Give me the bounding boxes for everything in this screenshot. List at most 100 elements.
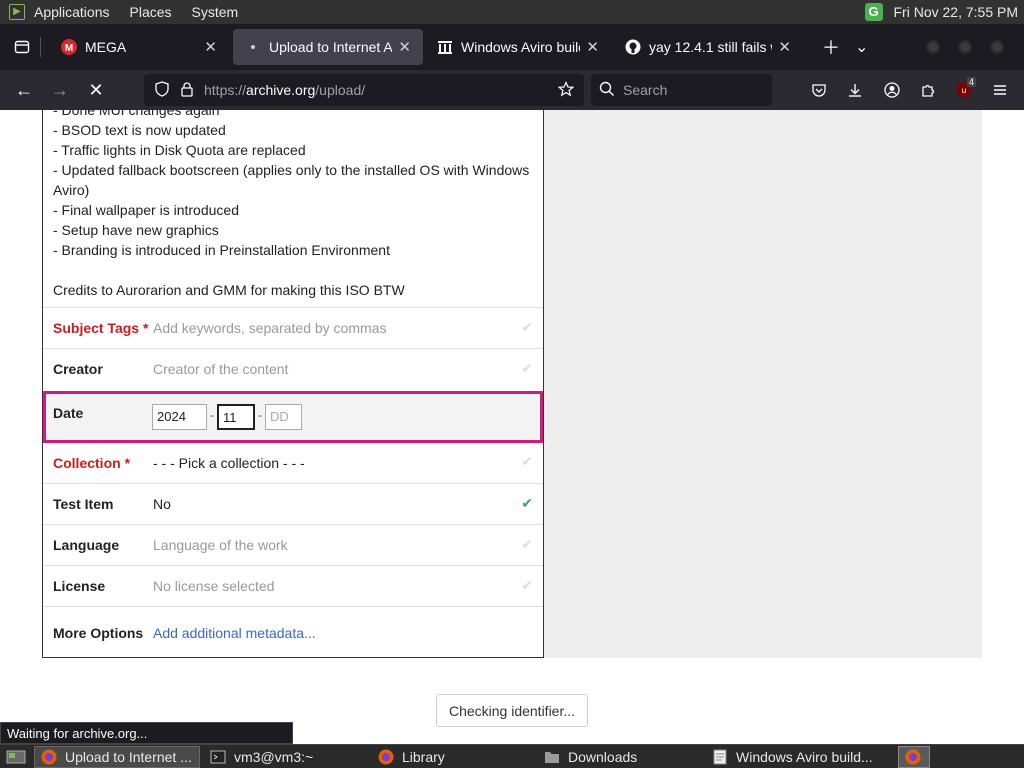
extension-badge: 4 bbox=[966, 77, 976, 87]
license-value[interactable]: No license selected bbox=[153, 578, 274, 594]
url-host: archive.org bbox=[246, 82, 316, 98]
tab-title: Windows Aviro build bbox=[461, 39, 581, 55]
taskbar-firefox-workspace-icon[interactable] bbox=[898, 745, 930, 768]
tray-g-icon[interactable]: G bbox=[864, 3, 883, 21]
taskbar-item-windows-aviro[interactable]: Windows Aviro build... bbox=[706, 746, 890, 768]
tab-strip: M MEGA ✕ Upload to Internet Arc ✕ Window… bbox=[0, 24, 1024, 70]
taskbar-item-label: Downloads bbox=[568, 748, 638, 765]
downloads-icon[interactable] bbox=[839, 74, 871, 106]
svg-text:u: u bbox=[962, 86, 966, 95]
checking-identifier-button[interactable]: Checking identifier... bbox=[436, 694, 588, 727]
back-arrow-icon[interactable]: ← bbox=[8, 74, 40, 106]
more-options-label: More Options bbox=[53, 624, 144, 641]
top-panel: ▶ Applications Places System G Fri Nov 2… bbox=[0, 0, 1024, 24]
list-all-tabs-chevron-down-icon[interactable]: ⌄ bbox=[855, 37, 868, 57]
collection-row[interactable]: Collection * - - - Pick a collection - -… bbox=[43, 442, 543, 483]
date-month-input[interactable]: 11 bbox=[217, 404, 255, 430]
firefox-view-icon[interactable] bbox=[4, 31, 40, 63]
menu-system[interactable]: System bbox=[192, 4, 239, 20]
search-icon bbox=[599, 81, 615, 100]
github-favicon-icon bbox=[625, 39, 641, 55]
lock-icon[interactable] bbox=[180, 81, 194, 100]
close-tab-icon[interactable]: ✕ bbox=[778, 38, 791, 56]
firefox-icon bbox=[41, 749, 57, 765]
show-desktop-icon[interactable] bbox=[0, 746, 34, 768]
collection-label-text: Collection bbox=[53, 454, 121, 471]
date-label: Date bbox=[53, 405, 84, 421]
applications-logo-icon[interactable]: ▶ bbox=[9, 4, 25, 20]
creator-label: Creator bbox=[53, 361, 103, 377]
creator-row[interactable]: Creator Creator of the content ✔ bbox=[43, 348, 543, 389]
date-year-input[interactable]: 2024 bbox=[152, 404, 207, 430]
taskbar-item-label: vm3@vm3:~ bbox=[234, 748, 314, 765]
close-tab-icon[interactable]: ✕ bbox=[204, 38, 217, 56]
new-tab-icon[interactable]: ＋ bbox=[815, 31, 847, 63]
add-metadata-link[interactable]: Add additional metadata... bbox=[153, 625, 316, 641]
mega-favicon-icon: M bbox=[61, 39, 77, 55]
extensions-puzzle-icon[interactable] bbox=[912, 74, 944, 106]
description-text[interactable]: - Done MUI changes again - BSOD text is … bbox=[53, 110, 533, 300]
required-mark: * bbox=[124, 454, 131, 471]
test-item-value[interactable]: No bbox=[153, 496, 171, 512]
forward-arrow-icon[interactable]: → bbox=[44, 74, 76, 106]
subject-tags-row[interactable]: Subject Tags * Add keywords, separated b… bbox=[43, 307, 543, 348]
taskbar-item-label: Upload to Internet ... bbox=[65, 748, 192, 765]
subject-tags-input[interactable]: Add keywords, separated by commas bbox=[153, 320, 386, 336]
tab-windows-aviro[interactable]: Windows Aviro build ✕ bbox=[425, 29, 611, 65]
tab-yay-github[interactable]: yay 12.4.1 still fails wit ✕ bbox=[613, 29, 803, 65]
collection-label: Collection * bbox=[43, 455, 153, 471]
test-item-label: Test Item bbox=[53, 496, 114, 512]
description-line: Credits to Aurorarion and GMM for making… bbox=[53, 282, 405, 298]
ublock-origin-icon[interactable]: u 4 bbox=[948, 74, 980, 106]
tab-upload-internet-archive[interactable]: Upload to Internet Arc ✕ bbox=[233, 29, 423, 65]
language-row[interactable]: Language Language of the work ✔ bbox=[43, 524, 543, 565]
search-bar[interactable]: Search bbox=[591, 74, 772, 106]
checkmark-icon: ✔ bbox=[521, 536, 533, 552]
url-bar[interactable]: https://archive.org/upload/ bbox=[144, 74, 584, 106]
clock[interactable]: Fri Nov 22, 7:55 PM bbox=[894, 4, 1019, 20]
language-input[interactable]: Language of the work bbox=[153, 537, 288, 553]
menu-places[interactable]: Places bbox=[130, 4, 172, 20]
firefox-icon bbox=[378, 749, 394, 765]
description-line: - Updated fallback bootscreen (applies o… bbox=[53, 162, 530, 198]
description-blank-line bbox=[53, 260, 533, 280]
description-line: - Traffic lights in Disk Quota are repla… bbox=[53, 142, 306, 158]
url-prefix: https:// bbox=[204, 82, 247, 98]
description-line: - Setup have new graphics bbox=[53, 222, 219, 238]
hamburger-menu-icon[interactable] bbox=[984, 74, 1016, 106]
close-tab-icon[interactable]: ✕ bbox=[398, 38, 411, 56]
taskbar-item-downloads[interactable]: Downloads bbox=[538, 746, 706, 768]
url-path: /upload/ bbox=[315, 82, 366, 98]
language-label: Language bbox=[53, 537, 120, 553]
archive-favicon-icon bbox=[437, 39, 453, 55]
tracking-shield-icon[interactable] bbox=[154, 80, 170, 100]
checkmark-icon: ✔ bbox=[521, 453, 533, 469]
taskbar-item-firefox-upload[interactable]: Upload to Internet ... bbox=[34, 745, 200, 768]
taskbar-item-label: Library bbox=[402, 748, 445, 765]
stop-loading-icon[interactable]: ✕ bbox=[80, 74, 112, 106]
bookmark-star-icon[interactable] bbox=[557, 80, 575, 100]
taskbar-item-label: Windows Aviro build... bbox=[736, 748, 873, 765]
date-separator: - bbox=[210, 408, 214, 422]
license-row[interactable]: License No license selected ✔ bbox=[43, 565, 543, 606]
creator-input[interactable]: Creator of the content bbox=[153, 361, 288, 377]
url-text[interactable]: https://archive.org/upload/ bbox=[204, 82, 365, 98]
taskbar-item-library[interactable]: Library bbox=[372, 746, 538, 768]
pocket-icon[interactable] bbox=[803, 74, 835, 106]
subject-tags-label-text: Subject Tags bbox=[53, 320, 140, 336]
account-icon[interactable] bbox=[876, 74, 908, 106]
menu-applications[interactable]: Applications bbox=[34, 4, 110, 20]
collection-select[interactable]: - - - Pick a collection - - - bbox=[153, 455, 305, 471]
close-tab-icon[interactable]: ✕ bbox=[586, 38, 599, 56]
tab-mega[interactable]: M MEGA ✕ bbox=[49, 29, 229, 65]
window-minimize-icon[interactable] bbox=[926, 40, 941, 54]
test-item-row[interactable]: Test Item No ✔ bbox=[43, 483, 543, 524]
window-maximize-icon[interactable] bbox=[958, 40, 973, 54]
taskbar-item-terminal[interactable]: vm3@vm3:~ bbox=[204, 746, 372, 768]
loading-dot-icon bbox=[245, 39, 261, 55]
date-day-input[interactable]: DD bbox=[265, 404, 302, 430]
upload-metadata-form: - Done MUI changes again - BSOD text is … bbox=[42, 110, 982, 658]
window-close-icon[interactable] bbox=[990, 40, 1005, 54]
tab-title: Upload to Internet Arc bbox=[269, 39, 393, 55]
date-row[interactable]: Date 2024 - 11 - DD bbox=[43, 391, 543, 443]
